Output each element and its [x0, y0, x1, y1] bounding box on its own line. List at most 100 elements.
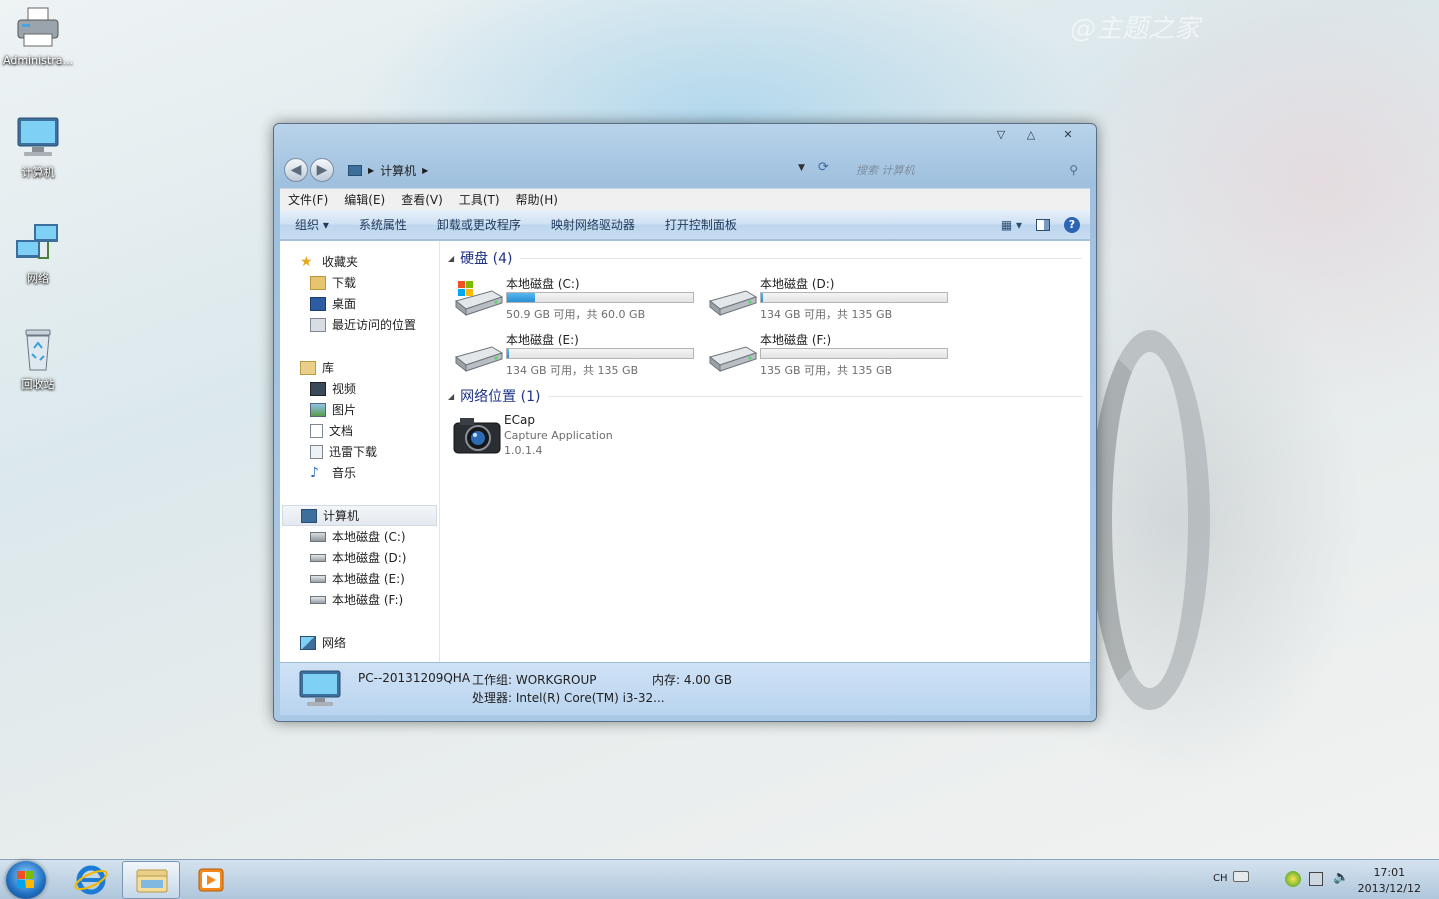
nav-computer[interactable]: 计算机	[282, 505, 437, 526]
drive-icon	[452, 331, 504, 377]
nav-item-videos[interactable]: 视频	[280, 378, 439, 399]
desktop-icon-computer[interactable]: 计算机	[0, 116, 76, 180]
nav-item-drive-e[interactable]: 本地磁盘 (E:)	[280, 568, 439, 589]
drive-name: 本地磁盘 (F:)	[760, 333, 832, 347]
chevron-right-icon[interactable]: ▶	[368, 166, 374, 175]
maximize-button[interactable]: △	[1018, 126, 1044, 144]
nav-favorites[interactable]: ★ 收藏夹	[280, 251, 439, 272]
address-area: ◀ ▶ ▶ 计算机 ▶ ▼ ⟳ 搜索 计算机 ⚲	[282, 154, 1090, 184]
forward-button[interactable]: ▶	[310, 158, 334, 182]
menu-tools[interactable]: 工具(T)	[451, 191, 508, 208]
library-icon	[300, 360, 316, 375]
nav-item-drive-d[interactable]: 本地磁盘 (D:)	[280, 547, 439, 568]
folder-icon	[136, 869, 168, 893]
nav-item-music[interactable]: ♪ 音乐	[280, 462, 439, 483]
navigation-pane: ★ 收藏夹 下载 桌面 最近访问的位置 库 视频 图片 文档 迅雷下载 ♪ 音乐…	[280, 241, 440, 662]
desktop-icon-recycle-bin[interactable]: 回收站	[0, 328, 76, 392]
menu-file[interactable]: 文件(F)	[280, 191, 336, 208]
drive-tile-d[interactable]: 本地磁盘 (D:) 134 GB 可用，共 135 GB	[706, 275, 960, 321]
document-icon	[310, 444, 323, 459]
nav-item-label: 视频	[332, 382, 357, 396]
breadcrumb-computer[interactable]: 计算机	[380, 162, 416, 179]
drive-name: 本地磁盘 (E:)	[506, 333, 579, 347]
system-properties-button[interactable]: 系统属性	[344, 216, 422, 233]
drive-icon	[310, 574, 326, 583]
menu-view[interactable]: 查看(V)	[393, 191, 451, 208]
music-icon: ♪	[310, 464, 319, 481]
refresh-icon[interactable]: ⟳	[818, 160, 836, 178]
drive-usage-fill	[507, 293, 535, 302]
desktop-icon-label: 网络	[27, 272, 49, 285]
desktop-icon-network[interactable]: 网络	[0, 222, 76, 286]
nav-item-thunder-downloads[interactable]: 迅雷下载	[280, 441, 439, 462]
view-options-icon[interactable]: ▦ ▾	[1001, 218, 1022, 232]
nav-network[interactable]: 网络	[280, 632, 439, 653]
drive-icon	[706, 275, 758, 321]
breadcrumb[interactable]: ▶ 计算机 ▶	[348, 159, 798, 181]
nav-item-drive-c[interactable]: 本地磁盘 (C:)	[280, 526, 439, 547]
caption-buttons: ▽ △ ✕	[988, 126, 1088, 144]
open-control-panel-button[interactable]: 打开控制面板	[650, 216, 752, 233]
security-shield-icon[interactable]	[1285, 871, 1301, 887]
nav-item-documents[interactable]: 文档	[280, 420, 439, 441]
arrow-left-icon: ◀	[290, 162, 302, 178]
nav-item-recent-places[interactable]: 最近访问的位置	[280, 314, 439, 335]
collapse-triangle-icon[interactable]: ◢	[448, 254, 454, 263]
search-box[interactable]: 搜索 计算机 ⚲	[848, 159, 1082, 181]
nav-item-pictures[interactable]: 图片	[280, 399, 439, 420]
close-button[interactable]: ✕	[1048, 126, 1088, 144]
chevron-right-icon[interactable]: ▶	[422, 166, 428, 175]
taskbar-explorer-button[interactable]	[122, 861, 180, 899]
uninstall-program-button[interactable]: 卸载或更改程序	[422, 216, 536, 233]
drive-usage-bar	[506, 348, 694, 359]
group-header-harddisk[interactable]: ◢ 硬盘 (4)	[448, 249, 1082, 267]
nav-computer-label: 计算机	[323, 509, 360, 523]
clock-time: 17:01	[1373, 866, 1406, 879]
nav-libraries[interactable]: 库	[280, 357, 439, 378]
group-header-network-locations[interactable]: ◢ 网络位置 (1)	[448, 387, 1082, 405]
video-icon	[310, 381, 326, 396]
drive-tile-e[interactable]: 本地磁盘 (E:) 134 GB 可用，共 135 GB	[452, 331, 706, 377]
organize-button[interactable]: 组织 ▾	[280, 216, 344, 233]
network-location-ecap[interactable]: ECap Capture Application 1.0.1.4	[452, 413, 1082, 459]
nav-item-downloads[interactable]: 下载	[280, 272, 439, 293]
collapse-triangle-icon[interactable]: ◢	[448, 392, 454, 401]
desktop-icon-administrator[interactable]: Administra...	[0, 6, 76, 67]
menu-help[interactable]: 帮助(H)	[508, 191, 566, 208]
volume-icon[interactable]: 🔈	[1333, 870, 1349, 885]
map-network-drive-button[interactable]: 映射网络驱动器	[536, 216, 650, 233]
nav-network-label: 网络	[322, 636, 347, 650]
drive-name: 本地磁盘 (D:)	[760, 277, 835, 291]
clock[interactable]: 17:01 2013/12/12	[1358, 865, 1421, 897]
help-icon[interactable]: ?	[1064, 216, 1080, 233]
nav-item-desktop[interactable]: 桌面	[280, 293, 439, 314]
start-button[interactable]	[6, 861, 46, 899]
minimize-button[interactable]: ▽	[988, 126, 1014, 144]
drive-usage-fill	[507, 349, 509, 358]
history-dropdown-icon[interactable]: ▼	[798, 163, 805, 173]
details-pane: PC--20131209QHA 工作组: WORKGROUP 内存: 4.00 …	[280, 662, 1090, 715]
search-input[interactable]: 搜索 计算机	[848, 162, 1069, 178]
network-tray-icon[interactable]	[1309, 872, 1323, 886]
wallpaper-watermark: @主题之家	[1070, 14, 1201, 44]
computer-small-icon	[301, 508, 317, 523]
windows-logo-icon	[17, 871, 34, 888]
computer-small-icon	[348, 164, 362, 176]
nav-item-drive-f[interactable]: 本地磁盘 (F:)	[280, 589, 439, 610]
menu-bar: 文件(F) 编辑(E) 查看(V) 工具(T) 帮助(H)	[280, 188, 1090, 210]
taskbar-ie-button[interactable]	[62, 861, 120, 899]
search-icon[interactable]: ⚲	[1069, 163, 1082, 177]
preview-pane-icon[interactable]	[1036, 218, 1050, 231]
keyboard-icon[interactable]	[1233, 871, 1249, 882]
drive-tile-c[interactable]: 本地磁盘 (C:) 50.9 GB 可用，共 60.0 GB	[452, 275, 706, 321]
arrow-right-icon: ▶	[316, 162, 328, 178]
drive-tile-f[interactable]: 本地磁盘 (F:) 135 GB 可用，共 135 GB	[706, 331, 960, 377]
back-button[interactable]: ◀	[284, 158, 308, 182]
menu-edit[interactable]: 编辑(E)	[336, 191, 393, 208]
taskbar-media-player-button[interactable]	[182, 861, 240, 899]
picture-icon	[310, 402, 326, 417]
drive-icon	[310, 553, 326, 562]
nav-item-label: 本地磁盘 (E:)	[332, 572, 405, 586]
language-indicator[interactable]: CH	[1213, 873, 1228, 884]
nav-favorites-label: 收藏夹	[322, 255, 359, 269]
